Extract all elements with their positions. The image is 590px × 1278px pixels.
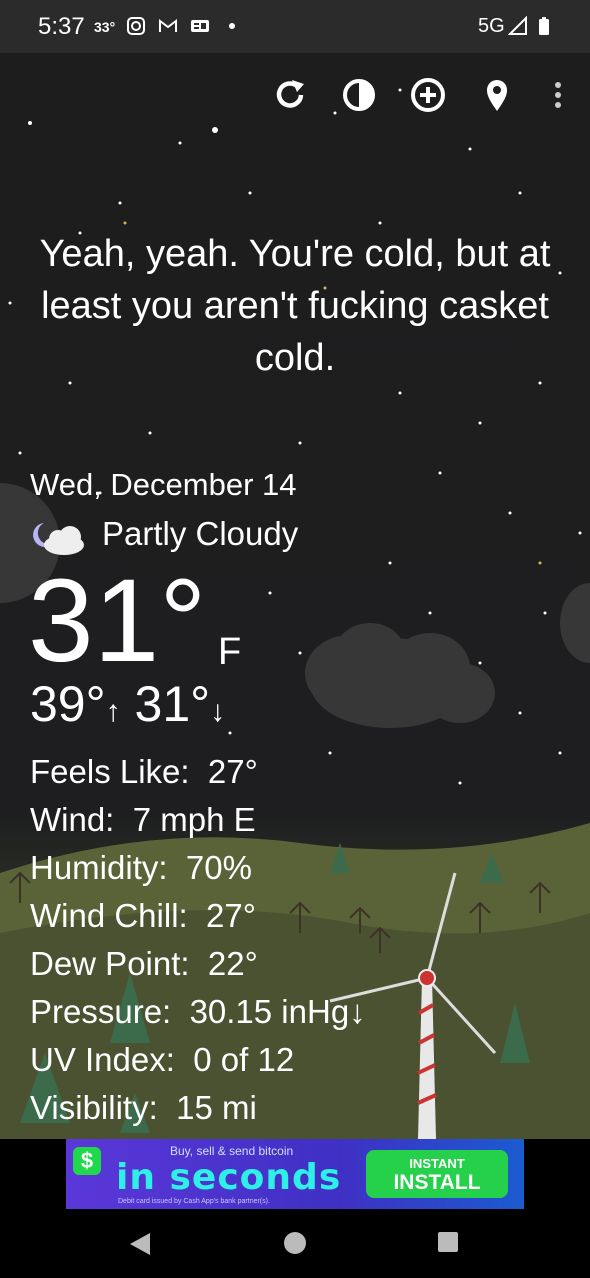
detail-value: 70% bbox=[185, 849, 252, 886]
gmail-icon bbox=[159, 19, 177, 32]
theme-icon bbox=[343, 79, 375, 111]
ad-disclaimer: Debit card issued by Cash App's bank par… bbox=[118, 1198, 270, 1205]
cash-app-logo: $ bbox=[73, 1147, 101, 1175]
ad-install-button[interactable]: INSTANT INSTALL bbox=[366, 1150, 508, 1198]
network-label: 5G bbox=[478, 15, 505, 37]
theme-button[interactable] bbox=[337, 73, 381, 117]
ad-button-line1: INSTANT bbox=[409, 1156, 465, 1171]
detail-dew-point: Dew Point: 22° bbox=[30, 940, 366, 988]
add-location-button[interactable] bbox=[406, 73, 450, 117]
high-low: 39°↑ 31°↓ bbox=[30, 675, 225, 733]
refresh-button[interactable] bbox=[268, 73, 312, 117]
condition-label: Partly Cloudy bbox=[102, 515, 299, 552]
refresh-icon bbox=[276, 80, 304, 108]
detail-label: Feels Like: bbox=[30, 753, 190, 790]
detail-value: 0 of 12 bbox=[193, 1041, 295, 1078]
detail-uv-index: UV Index: 0 of 12 bbox=[30, 1036, 366, 1084]
detail-humidity: Humidity: 70% bbox=[30, 844, 366, 892]
detail-value: 7 mph E bbox=[132, 801, 256, 838]
weather-scene: Yeah, yeah. You're cold, but at least yo… bbox=[0, 53, 590, 1139]
status-temp: 33° bbox=[94, 19, 116, 35]
recents-icon[interactable] bbox=[437, 1231, 459, 1253]
current-temperature: 31° bbox=[28, 555, 207, 687]
weather-details: Feels Like: 27° Wind: 7 mph E Humidity: … bbox=[30, 748, 366, 1132]
signal-icon bbox=[508, 16, 527, 35]
detail-label: UV Index: bbox=[30, 1041, 175, 1078]
status-bar: 5:37 33° 5G bbox=[0, 0, 590, 53]
navigation-bar bbox=[0, 1211, 590, 1278]
detail-feels-like: Feels Like: 27° bbox=[30, 748, 366, 796]
add-location-icon bbox=[411, 78, 445, 112]
detail-visibility: Visibility: 15 mi bbox=[30, 1084, 366, 1132]
ad-tagline: Buy, sell & send bitcoin bbox=[170, 1144, 294, 1158]
home-icon[interactable] bbox=[283, 1231, 307, 1255]
dot-icon bbox=[229, 23, 235, 29]
low-temp: 31° bbox=[134, 676, 211, 732]
detail-label: Wind: bbox=[30, 801, 115, 838]
detail-value: 15 mi bbox=[176, 1089, 257, 1126]
news-icon bbox=[191, 20, 209, 32]
arrow-down-icon: ↓ bbox=[210, 695, 226, 728]
battery-icon bbox=[539, 17, 549, 35]
instagram-icon bbox=[127, 17, 145, 35]
temperature-unit: F bbox=[218, 631, 242, 673]
cash-app-ad-banner[interactable]: $ Buy, sell & send bitcoin in seconds De… bbox=[66, 1139, 524, 1209]
ad-bar: $ Buy, sell & send bitcoin in seconds De… bbox=[0, 1139, 590, 1211]
detail-label: Visibility: bbox=[30, 1089, 158, 1126]
detail-wind: Wind: 7 mph E bbox=[30, 796, 366, 844]
detail-value: 27° bbox=[207, 753, 258, 790]
detail-pressure: Pressure: 30.15 inHg↓ bbox=[30, 988, 366, 1036]
ad-headline: in seconds bbox=[116, 1157, 342, 1198]
location-button[interactable] bbox=[475, 73, 519, 117]
ad-button-line2: INSTALL bbox=[393, 1171, 481, 1194]
detail-value: 30.15 inHg↓ bbox=[189, 993, 366, 1030]
detail-label: Dew Point: bbox=[30, 945, 190, 982]
detail-label: Humidity: bbox=[30, 849, 168, 886]
back-icon[interactable] bbox=[128, 1231, 152, 1257]
high-temp: 39° bbox=[30, 676, 106, 732]
more-options-button[interactable] bbox=[536, 73, 580, 117]
status-time: 5:37 bbox=[38, 13, 85, 40]
detail-value: 27° bbox=[206, 897, 256, 934]
detail-wind-chill: Wind Chill: 27° bbox=[30, 892, 366, 940]
detail-label: Pressure: bbox=[30, 993, 172, 1030]
forecast-date: Wed, December 14 bbox=[30, 467, 297, 502]
location-pin-icon bbox=[487, 80, 507, 111]
snarky-quote: Yeah, yeah. You're cold, but at least yo… bbox=[39, 233, 551, 379]
detail-value: 22° bbox=[207, 945, 258, 982]
partly-cloudy-night-icon bbox=[33, 523, 84, 555]
detail-label: Wind Chill: bbox=[30, 897, 188, 934]
more-icon bbox=[555, 82, 561, 108]
arrow-up-icon: ↑ bbox=[105, 695, 121, 728]
